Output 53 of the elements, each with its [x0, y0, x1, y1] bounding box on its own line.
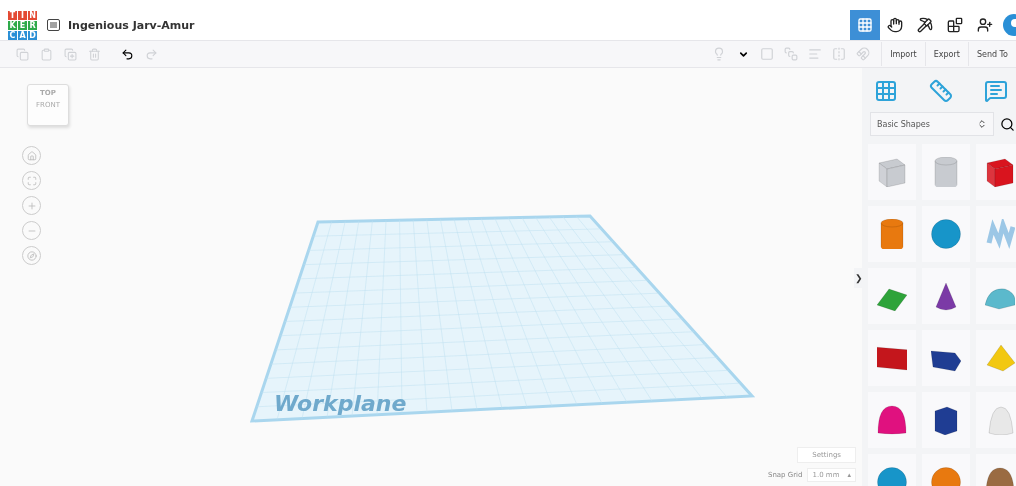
shape-tile[interactable]	[976, 330, 1016, 386]
hexprism-shape-icon	[931, 405, 961, 435]
shape-tile[interactable]	[868, 268, 916, 324]
design-title[interactable]: Ingenious Jarv-Amur	[68, 18, 195, 32]
hand-icon	[887, 17, 903, 33]
orbit-button[interactable]	[22, 246, 41, 265]
shape-tile[interactable]	[922, 144, 970, 200]
shape-tile[interactable]	[868, 206, 916, 262]
zoom-in-icon	[26, 200, 37, 211]
home-button[interactable]	[22, 146, 41, 165]
workplane-label: Workplane	[274, 391, 407, 416]
pyramid-shape-icon	[985, 343, 1015, 373]
zoom-in-button[interactable]	[22, 196, 41, 215]
panel-toggle-button[interactable]: ❯	[854, 268, 864, 288]
shape-tile[interactable]	[922, 268, 970, 324]
select-arrows-icon	[977, 119, 987, 129]
cube-shape-icon	[877, 157, 907, 187]
avatar-icon[interactable]	[1000, 14, 1016, 36]
shape-tile[interactable]	[922, 206, 970, 262]
shape-tile[interactable]	[922, 392, 970, 448]
cylinder-shape-icon	[877, 219, 907, 249]
fit-icon	[26, 175, 37, 186]
grid-icon	[874, 79, 898, 103]
note-tab[interactable]	[984, 79, 1008, 103]
shape-tile[interactable]	[976, 392, 1016, 448]
shape-library-select[interactable]: Basic Shapes	[870, 112, 994, 136]
ruler-tab[interactable]	[929, 79, 953, 103]
sphere-shape-icon	[931, 219, 961, 249]
squiggle-shape-icon	[985, 219, 1015, 249]
fit-button[interactable]	[22, 171, 41, 190]
pickaxe-icon	[917, 17, 933, 33]
note-icon	[984, 79, 1008, 103]
bricks-icon	[947, 17, 963, 33]
paraboloid-shape-icon	[985, 405, 1015, 435]
user-add-icon	[977, 17, 993, 33]
ruler-icon	[929, 79, 953, 103]
grid-icon	[857, 17, 873, 33]
shape-tile[interactable]	[976, 206, 1016, 262]
shape-tile[interactable]	[976, 144, 1016, 200]
zoom-out-button[interactable]	[22, 221, 41, 240]
grid-tab[interactable]	[874, 79, 898, 103]
shape-tile[interactable]	[868, 144, 916, 200]
search-icon[interactable]	[1000, 116, 1015, 132]
dome-shape-icon	[877, 405, 907, 435]
home-icon	[26, 150, 37, 161]
shape-tile[interactable]	[868, 392, 916, 448]
orbit-icon	[26, 250, 37, 261]
cylinder-shape-icon	[931, 157, 961, 187]
shape-tile[interactable]	[922, 330, 970, 386]
shape-tile[interactable]	[976, 268, 1016, 324]
cube-shape-icon	[985, 157, 1015, 187]
shape-tile[interactable]	[868, 330, 916, 386]
logo[interactable]: T I N K E R C A D	[8, 10, 37, 40]
